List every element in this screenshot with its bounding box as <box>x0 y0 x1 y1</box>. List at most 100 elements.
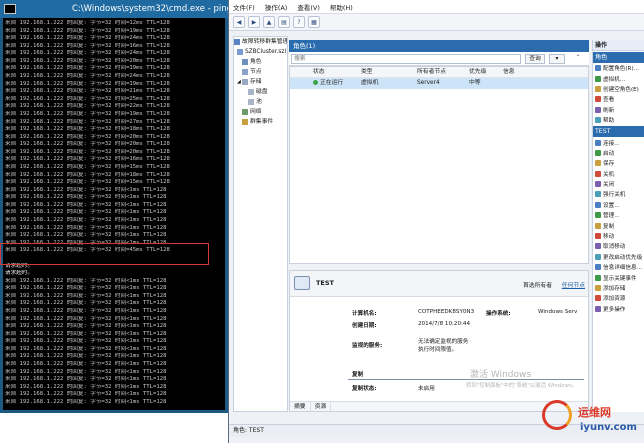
action-label: 刷新 <box>603 107 615 114</box>
divider <box>348 379 584 380</box>
action-item[interactable]: 取消移动 <box>593 241 644 251</box>
action-item[interactable]: 关机 <box>593 169 644 179</box>
menu-help[interactable]: 帮助(H) <box>330 2 353 12</box>
menu-file[interactable]: 文件(F) <box>233 2 255 12</box>
roles-table: 状态 类型 所有者节点 优先级 信息 正在运行 虚拟机 Server4 中等 <box>289 66 589 264</box>
action-item[interactable]: 信息详细信息... <box>593 262 644 272</box>
up-icon[interactable]: ▲ <box>263 16 275 28</box>
cmd-console[interactable]: 来自 192.168.1.222 的回复: 字节=32 时间=12ms TTL=… <box>3 18 225 410</box>
action-icon <box>595 117 601 124</box>
menu-action[interactable]: 操作(A) <box>265 2 288 12</box>
any-node-link[interactable]: 任何节点 <box>562 280 585 289</box>
action-item[interactable]: 强行关机 <box>593 189 644 199</box>
show-pane-icon[interactable]: ▦ <box>308 16 320 28</box>
console-line: 来自 192.168.1.222 的回复: 字节=32 时间<1ms TTL=1… <box>5 224 167 231</box>
tree-item-label: 节点 <box>250 69 262 75</box>
action-item[interactable]: 虚拟机... <box>593 73 644 83</box>
tab-summary[interactable]: 摘要 <box>290 402 311 411</box>
console-line: 来自 192.168.1.222 的回复: 字节=32 时间<1ms TTL=1… <box>5 338 167 345</box>
action-item[interactable]: 配置角色(R)... <box>593 63 644 73</box>
action-item[interactable]: 添加存储 <box>593 283 644 293</box>
actions-roles-section[interactable]: 角色 <box>593 52 644 63</box>
properties-icon[interactable]: ▤ <box>278 16 290 28</box>
actions-vm-section[interactable]: TEST <box>593 126 644 138</box>
action-item[interactable]: 移动 <box>593 231 644 241</box>
console-line: 来自 192.168.1.222 的回复: 字节=32 时间=24ms TTL=… <box>5 35 170 42</box>
table-row[interactable]: 正在运行 虚拟机 Server4 中等 <box>290 78 588 89</box>
column-header[interactable]: 状态 <box>310 67 358 77</box>
console-line: 来自 192.168.1.222 的回复: 字节=32 时间=22ms TTL=… <box>5 103 170 110</box>
action-item[interactable]: 添加资源 <box>593 293 644 303</box>
toolbar: ◀ ▶ ▲ ▤ ? ▦ <box>229 14 644 31</box>
column-header[interactable] <box>290 67 310 77</box>
tree-item-pools[interactable]: 池 <box>234 97 287 107</box>
action-item[interactable]: 更多操作 <box>593 304 644 314</box>
action-item[interactable]: 显示关键事件 <box>593 272 644 282</box>
action-item[interactable]: 连接... <box>593 137 644 147</box>
actions-header: 操作 <box>593 40 644 51</box>
action-icon <box>595 160 601 167</box>
detail-panel: TEST 首选所有者 任何节点 计算机名: COTPHEEDK8SY0N3 操作… <box>289 270 589 412</box>
console-line: 来自 192.168.1.222 的回复: 字节=32 时间<1ms TTL=1… <box>5 186 167 193</box>
tree-item-disks[interactable]: 磁盘 <box>234 87 287 97</box>
tree-item-cluster-events[interactable]: 群集事件 <box>234 117 287 127</box>
tree-item-label: 磁盘 <box>256 89 268 95</box>
action-icon <box>595 191 601 198</box>
action-item[interactable]: 创建空角色(E) <box>593 84 644 94</box>
action-icon <box>595 274 601 281</box>
action-icon <box>595 305 601 312</box>
cmd-titlebar[interactable]: C:\Windows\system32\cmd.exe - ping 192.1… <box>0 0 264 18</box>
console-line: 来自 192.168.1.222 的回复: 字节=32 时间<1ms TTL=1… <box>5 323 167 330</box>
search-input[interactable] <box>291 54 521 64</box>
action-item[interactable]: 管理... <box>593 210 644 220</box>
action-item[interactable]: 关闭 <box>593 179 644 189</box>
console-line: 来自 192.168.1.222 的回复: 字节=32 时间=20ms TTL=… <box>5 133 170 140</box>
action-item[interactable]: 启动 <box>593 148 644 158</box>
tree-item-roles[interactable]: 角色 <box>234 57 287 67</box>
column-header[interactable]: 优先级 <box>466 67 500 77</box>
action-icon <box>595 212 601 219</box>
action-item[interactable]: 帮助 <box>593 115 644 125</box>
help-icon[interactable]: ? <box>293 16 305 28</box>
action-label: 信息详细信息... <box>603 265 642 272</box>
action-item[interactable]: 查看 <box>593 94 644 104</box>
menu-view[interactable]: 查看(V) <box>297 2 320 12</box>
expand-arrow-icon[interactable]: ◢ <box>237 77 241 87</box>
console-line: 来自 192.168.1.222 的回复: 字节=32 时间<1ms TTL=1… <box>5 285 167 292</box>
console-line: 来自 192.168.1.222 的回复: 字节=32 时间=20ms TTL=… <box>5 148 170 155</box>
console-line: 来自 192.168.1.222 的回复: 字节=32 时间=20ms TTL=… <box>5 141 170 148</box>
menu-bar: 文件(F) 操作(A) 查看(V) 帮助(H) <box>229 0 644 14</box>
action-label: 查看 <box>603 97 615 104</box>
forward-icon[interactable]: ▶ <box>248 16 260 28</box>
action-label: 保存 <box>603 161 615 168</box>
column-header[interactable]: 所有者节点 <box>414 67 466 77</box>
console-line: 来自 192.168.1.222 的回复: 字节=32 时间=12ms TTL=… <box>5 20 170 26</box>
roles-actions-list: 配置角色(R)... 虚拟机... 创建空角色(E) 查看刷新 帮助 <box>593 63 644 125</box>
tree-cluster[interactable]: SZBCluster.szl <box>234 47 287 57</box>
tree-item-networks[interactable]: 网络 <box>234 107 287 117</box>
column-header[interactable]: 类型 <box>358 67 414 77</box>
save-query-button[interactable]: ▾ <box>549 54 565 64</box>
console-line: 来自 192.168.1.222 的回复: 字节=32 时间=18ms TTL=… <box>5 126 170 133</box>
column-header[interactable]: 信息 <box>500 67 560 77</box>
tab-resources[interactable]: 资源 <box>311 402 332 411</box>
collapse-icon[interactable]: ⌃ <box>571 54 585 64</box>
tree-item-storage[interactable]: ◢ 存储 <box>234 77 287 87</box>
tree-item-label: 群集事件 <box>250 119 274 125</box>
action-icon <box>595 295 601 302</box>
action-item[interactable]: 刷新 <box>593 105 644 115</box>
tree-root[interactable]: 故障转移群集管理器 <box>234 37 287 47</box>
monitored-services-value-2: 执行时间限值。 <box>418 347 458 353</box>
action-item[interactable]: 保存 <box>593 158 644 168</box>
query-button[interactable]: 查询 <box>525 54 545 64</box>
back-icon[interactable]: ◀ <box>233 16 245 28</box>
console-line: 来自 192.168.1.222 的回复: 字节=32 时间<1ms TTL=1… <box>5 217 167 224</box>
tree-item-nodes[interactable]: 节点 <box>234 67 287 77</box>
console-line: 来自 192.168.1.222 的回复: 字节=32 时间<1ms TTL=1… <box>5 345 167 352</box>
cluster-manager-icon <box>234 39 240 45</box>
action-item[interactable]: 设置... <box>593 200 644 210</box>
action-item[interactable]: 复制 <box>593 220 644 230</box>
action-item[interactable]: 更改启动优先级 <box>593 252 644 262</box>
table-header: 状态 类型 所有者节点 优先级 信息 <box>290 67 588 78</box>
action-icon <box>595 264 601 271</box>
